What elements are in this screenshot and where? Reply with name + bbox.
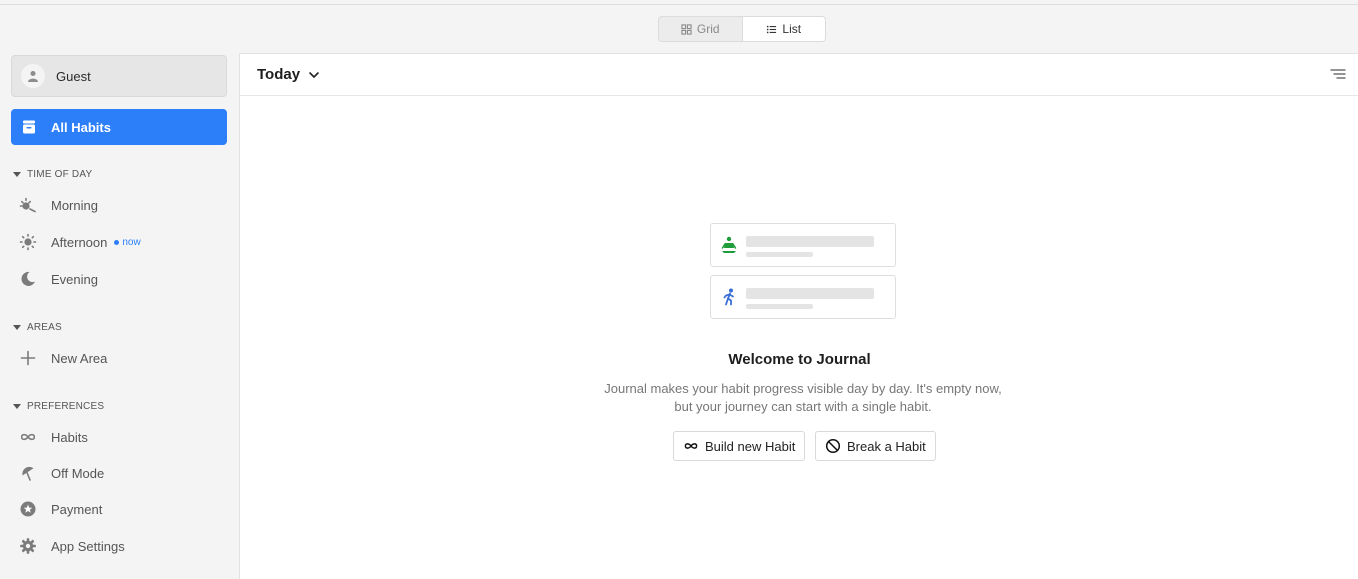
- sidebar-item-label: Afternoon: [51, 234, 108, 250]
- sidebar-item-payment[interactable]: Payment: [18, 498, 102, 520]
- placeholder-bar: [746, 252, 813, 257]
- break-habit-button[interactable]: Break a Habit: [815, 431, 936, 461]
- prohibited-icon: [825, 438, 841, 454]
- placeholder-bar: [746, 288, 874, 299]
- star-badge-icon: [20, 501, 36, 517]
- infinity-icon: [684, 443, 698, 449]
- sidebar-item-label: Off Mode: [51, 465, 105, 481]
- sidebar-item-habits[interactable]: Habits: [18, 426, 88, 448]
- meditation-icon: [721, 236, 737, 253]
- placeholder-bar: [746, 304, 813, 309]
- sidebar-item-afternoon[interactable]: Afternoon now: [18, 231, 141, 253]
- sort-icon[interactable]: [1330, 68, 1346, 82]
- list-icon: [767, 25, 777, 33]
- sidebar-item-app-settings[interactable]: App Settings: [18, 535, 125, 557]
- placeholder-bar: [746, 236, 874, 247]
- sidebar-item-new-area[interactable]: New Area: [18, 347, 107, 369]
- main-panel: Today Welcome to Journal Journal makes y…: [239, 53, 1358, 579]
- section-header-time-of-day[interactable]: TIME OF DAY: [13, 169, 92, 180]
- period-label: Today: [257, 66, 301, 83]
- section-title: TIME OF DAY: [27, 169, 93, 180]
- empty-state-title: Welcome to Journal: [728, 351, 871, 368]
- caret-down-icon: [13, 325, 21, 330]
- chevron-down-icon: [309, 71, 319, 78]
- guest-account-button[interactable]: Guest: [11, 55, 227, 97]
- sidebar-item-label: All Habits: [51, 119, 111, 135]
- user-icon: [28, 71, 38, 82]
- sidebar-item-label: Payment: [51, 501, 103, 517]
- top-divider: [0, 4, 1358, 5]
- sidebar-item-off-mode[interactable]: Off Mode: [18, 462, 104, 484]
- now-dot-icon: [114, 239, 120, 245]
- grid-view-label: Grid: [696, 22, 720, 36]
- guest-label: Guest: [56, 68, 91, 84]
- sidebar-item-evening[interactable]: Evening: [18, 268, 98, 290]
- sidebar-item-label: App Settings: [51, 538, 125, 554]
- umbrella-off-icon: [22, 466, 34, 481]
- sidebar-item-label: Evening: [51, 271, 98, 287]
- section-header-preferences[interactable]: PREFERENCES: [13, 401, 104, 412]
- sun-icon: [19, 233, 37, 251]
- section-title: AREAS: [27, 322, 62, 333]
- sidebar-item-label: New Area: [51, 350, 108, 366]
- sidebar-item-label: Morning: [51, 197, 98, 213]
- sidebar-item-label: Habits: [51, 429, 88, 445]
- list-view-label: List: [782, 22, 802, 36]
- period-dropdown[interactable]: Today: [257, 66, 320, 83]
- grid-icon: [681, 23, 692, 35]
- avatar: [21, 64, 45, 88]
- grid-view-button[interactable]: Grid: [659, 17, 742, 41]
- sidebar-item-all-habits[interactable]: All Habits: [11, 109, 227, 145]
- main-header: Today: [240, 54, 1358, 96]
- build-new-habit-label: Build new Habit: [705, 438, 796, 454]
- sidebar-item-morning[interactable]: Morning: [18, 194, 98, 216]
- section-title: PREFERENCES: [27, 401, 105, 412]
- sidebar: Guest All Habits TIME OF DAY Morning Aft…: [0, 53, 239, 579]
- running-icon: [723, 288, 734, 306]
- build-new-habit-button[interactable]: Build new Habit: [673, 431, 806, 461]
- list-view-button[interactable]: List: [741, 17, 825, 41]
- moon-icon: [21, 271, 35, 286]
- illustration-card-meditate: [710, 223, 896, 267]
- infinity-icon: [20, 433, 36, 441]
- sunrise-icon: [19, 197, 36, 213]
- now-badge: now: [114, 236, 141, 248]
- illustration-card-run: [710, 275, 896, 319]
- habits-stack-icon: [23, 120, 35, 134]
- caret-down-icon: [13, 172, 21, 177]
- section-header-areas[interactable]: AREAS: [13, 322, 62, 333]
- empty-state-description: Journal makes your habit progress visibl…: [604, 381, 1002, 414]
- plus-icon: [20, 350, 36, 366]
- view-toggle: Grid List: [658, 16, 826, 42]
- now-badge-label: now: [122, 236, 141, 248]
- caret-down-icon: [13, 404, 21, 409]
- gear-icon: [20, 538, 36, 554]
- break-habit-label: Break a Habit: [847, 438, 926, 454]
